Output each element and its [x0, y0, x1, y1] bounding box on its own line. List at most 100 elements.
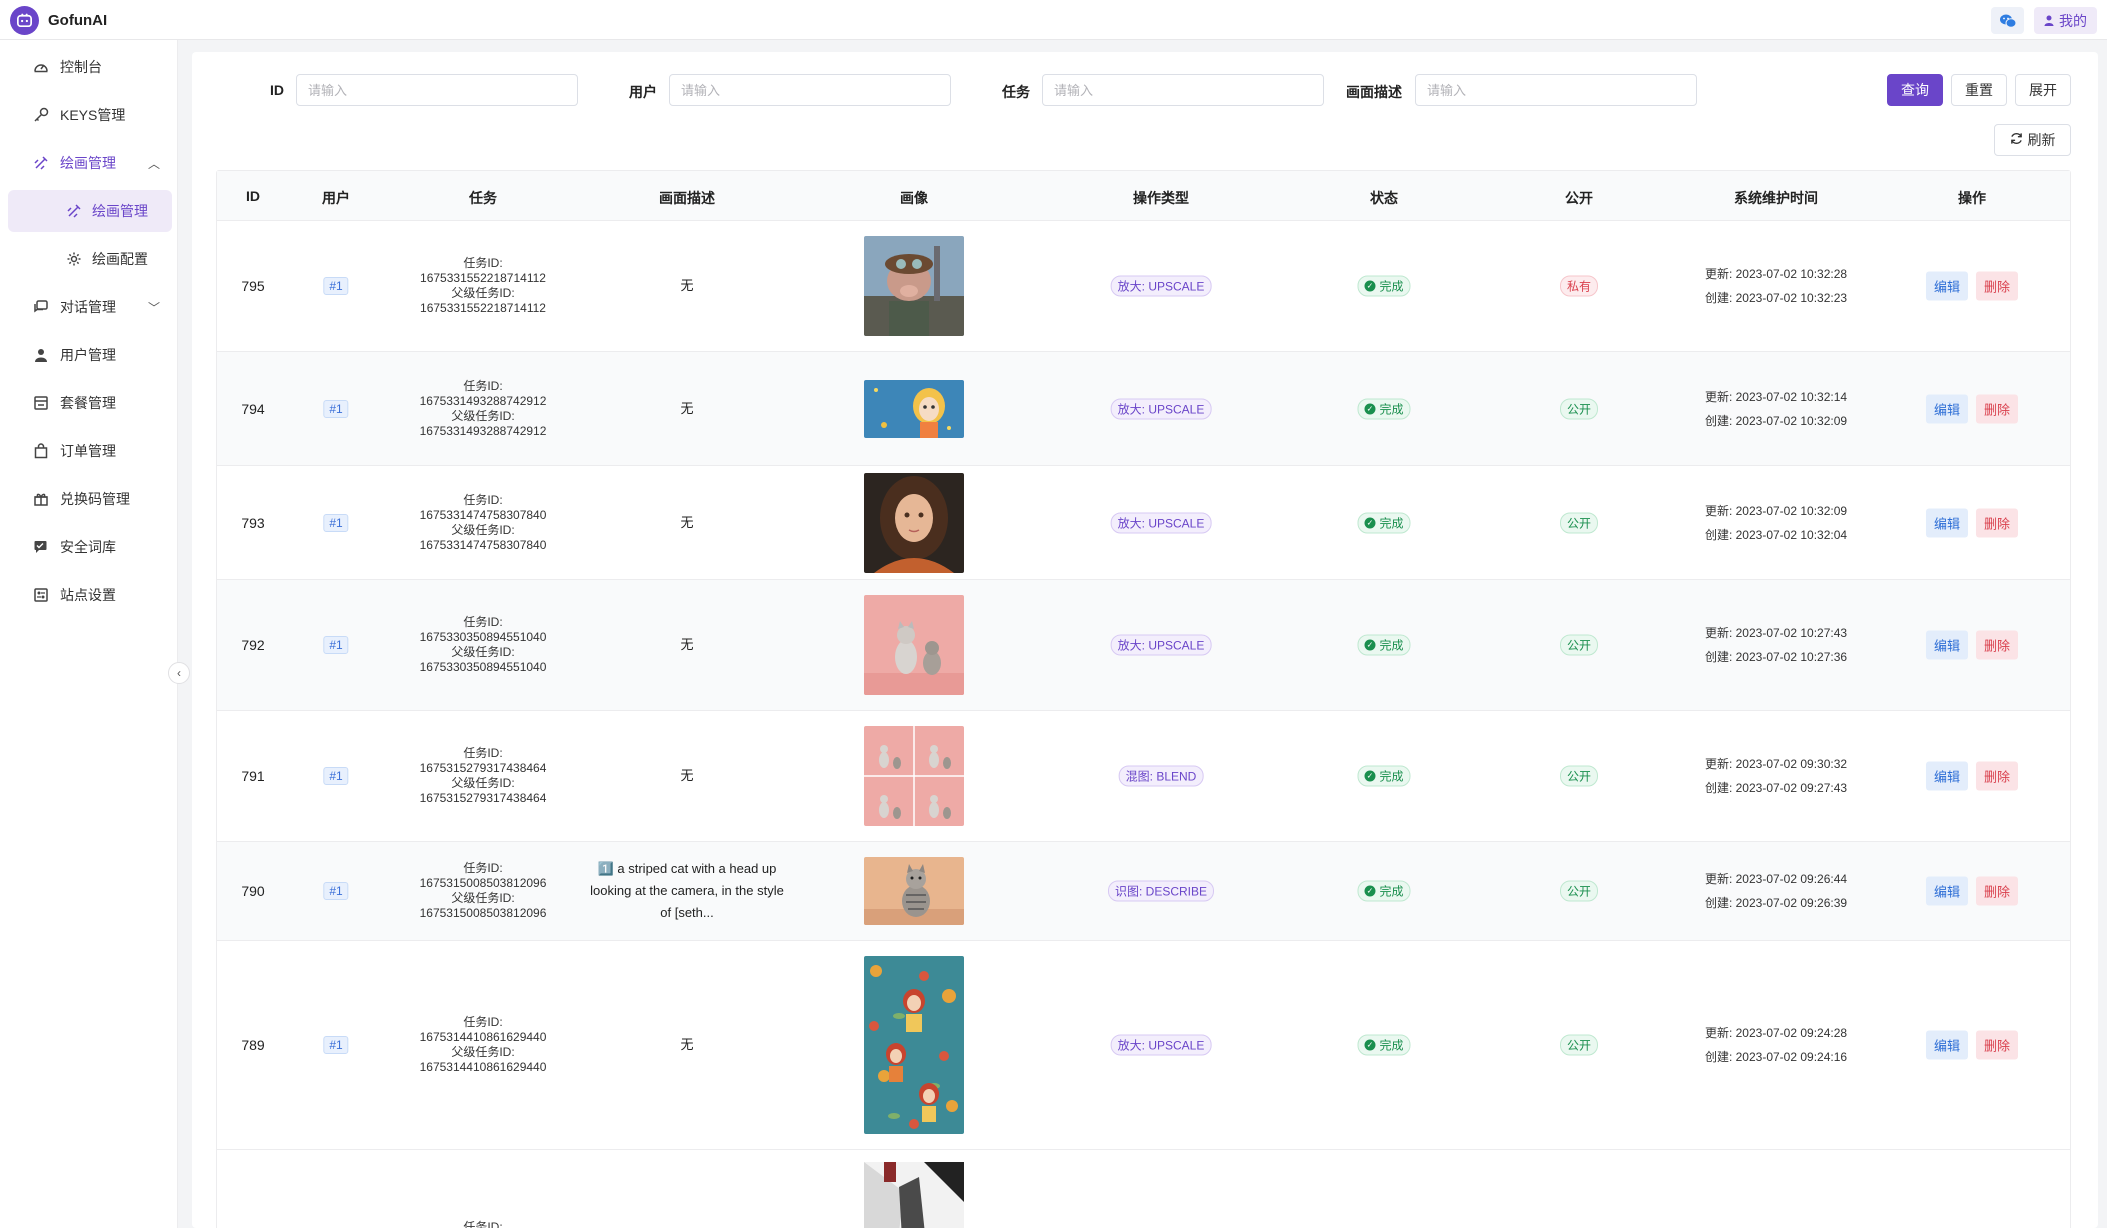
- filter-id-input[interactable]: [296, 74, 578, 106]
- filter-task-input[interactable]: [1042, 74, 1324, 106]
- generated-image[interactable]: [864, 1162, 964, 1228]
- wechat-icon[interactable]: [1991, 7, 2024, 34]
- parent-task-id-value: 1675315279317438464: [419, 791, 547, 805]
- created-label: 创建:: [1704, 896, 1733, 910]
- query-button[interactable]: 查询: [1887, 74, 1943, 106]
- settings-panel-icon: [33, 587, 49, 603]
- row-actions: 编辑 删除: [1925, 876, 2019, 906]
- row-id: 795: [241, 278, 265, 294]
- edit-button[interactable]: 编辑: [1925, 394, 1968, 423]
- row-actions: 编辑 删除: [1925, 508, 2019, 537]
- updated-label: 更新:: [1704, 757, 1733, 771]
- delete-button[interactable]: 删除: [1976, 761, 2019, 791]
- status-badge: ✓ 完成: [1357, 765, 1411, 787]
- sidebar-item-security-words[interactable]: 安全词库: [8, 526, 172, 568]
- delete-button[interactable]: 删除: [1976, 394, 2019, 423]
- visibility-badge: 公开: [1559, 765, 1599, 787]
- updated-label: 更新:: [1704, 626, 1733, 640]
- sidebar-item-drawing-manage[interactable]: 绘画管理: [8, 190, 172, 232]
- task-id-value: 1675315279317438464: [419, 761, 547, 775]
- user-tag: #1: [323, 636, 349, 654]
- check-circle-icon: ✓: [1364, 403, 1376, 414]
- app-logo-icon[interactable]: [10, 6, 39, 35]
- updated-time: 2023-07-02 09:30:32: [1735, 757, 1848, 771]
- generated-image[interactable]: [864, 379, 964, 438]
- generated-image[interactable]: [864, 726, 964, 826]
- user-tag: #1: [323, 767, 349, 785]
- status-badge: ✓ 完成: [1357, 275, 1411, 297]
- task-id-value: 1675331474758307840: [419, 507, 547, 522]
- row-actions: 编辑 删除: [1925, 394, 2019, 423]
- status-label: 完成: [1379, 516, 1404, 530]
- generated-image[interactable]: [864, 857, 964, 925]
- expand-button[interactable]: 展开: [2015, 74, 2071, 106]
- sidebar-item-orders[interactable]: 订单管理: [8, 430, 172, 472]
- status-badge: ✓ 完成: [1357, 880, 1411, 902]
- parent-task-id-label: 父级任务ID:: [451, 645, 515, 659]
- updated-label: 更新:: [1704, 503, 1733, 518]
- user-menu-button[interactable]: 我的: [2034, 7, 2097, 34]
- sidebar-item-drawing-group[interactable]: 绘画管理 ︿: [8, 142, 172, 184]
- updated-time: 2023-07-02 09:26:44: [1735, 872, 1848, 886]
- updated-time: 2023-07-02 10:32:28: [1735, 267, 1848, 281]
- maintenance-times: 更新: 2023-07-02 10:32:14 创建: 2023-07-02 1…: [1705, 385, 1847, 433]
- sidebar-item-packages[interactable]: 套餐管理: [8, 382, 172, 424]
- column-header: 画像: [900, 190, 928, 206]
- sidebar-item-dashboard[interactable]: 控制台: [8, 46, 172, 88]
- refresh-button[interactable]: 刷新: [1994, 124, 2071, 156]
- edit-button[interactable]: 编辑: [1925, 630, 1968, 660]
- gear-icon: [66, 251, 82, 267]
- reset-button[interactable]: 重置: [1951, 74, 2007, 106]
- updated-label: 更新:: [1704, 389, 1733, 404]
- column-header: 用户: [322, 190, 350, 206]
- edit-button[interactable]: 编辑: [1925, 271, 1968, 301]
- sidebar-item-redeem-codes[interactable]: 兑换码管理: [8, 478, 172, 520]
- edit-button[interactable]: 编辑: [1925, 876, 1968, 906]
- sidebar-item-users[interactable]: 用户管理: [8, 334, 172, 376]
- row-id: 794: [241, 400, 265, 417]
- generated-image[interactable]: [864, 595, 964, 695]
- generated-image[interactable]: [864, 236, 964, 336]
- maintenance-times: 更新: 2023-07-02 10:32:09 创建: 2023-07-02 1…: [1705, 499, 1847, 547]
- edit-button[interactable]: 编辑: [1925, 761, 1968, 791]
- filter-desc-input[interactable]: [1415, 74, 1697, 106]
- status-label: 完成: [1379, 279, 1404, 294]
- edit-button[interactable]: 编辑: [1925, 508, 1968, 537]
- sidebar-item-label: KEYS管理: [60, 107, 126, 123]
- sidebar-collapse-button[interactable]: ‹: [168, 662, 190, 684]
- paint-icon: [66, 203, 82, 219]
- delete-button[interactable]: 删除: [1976, 1030, 2019, 1060]
- delete-button[interactable]: 删除: [1976, 271, 2019, 301]
- shield-chat-icon: [33, 539, 49, 555]
- package-icon: [33, 395, 49, 411]
- table-row: 793 #1 任务ID: 1675331474758307840 父级任务ID:…: [217, 466, 2070, 580]
- delete-button[interactable]: 删除: [1976, 508, 2019, 537]
- user-menu-label: 我的: [2059, 12, 2087, 29]
- sidebar-item-drawing-config[interactable]: 绘画配置: [8, 238, 172, 280]
- app-name: GofunAI: [48, 12, 108, 29]
- description: 无: [680, 400, 694, 416]
- sidebar-item-chat[interactable]: 对话管理 ﹀: [8, 286, 172, 328]
- refresh-icon: [2010, 132, 2023, 148]
- table-body: 795 #1 任务ID: 1675331552218714112 父级任务ID:…: [217, 221, 2070, 1228]
- column-header: 系统维护时间: [1734, 190, 1818, 206]
- sidebar-item-site-settings[interactable]: 站点设置: [8, 574, 172, 616]
- user-icon: [2044, 13, 2054, 29]
- delete-button[interactable]: 删除: [1976, 630, 2019, 660]
- sidebar-item-keys[interactable]: KEYS管理: [8, 94, 172, 136]
- row-id: 789: [241, 1037, 265, 1053]
- task-id-label: 任务ID:: [463, 1220, 503, 1228]
- user-tag: #1: [323, 882, 349, 900]
- edit-button[interactable]: 编辑: [1925, 1030, 1968, 1060]
- visibility-badge: 私有: [1559, 275, 1599, 297]
- filter-user-input[interactable]: [669, 74, 951, 106]
- generated-image[interactable]: [864, 956, 964, 1134]
- parent-task-id-value: 1675314410861629440: [419, 1060, 547, 1074]
- description: 无: [680, 1037, 694, 1052]
- parent-task-id-label: 父级任务ID:: [451, 776, 515, 790]
- generated-image[interactable]: [864, 472, 964, 573]
- delete-button[interactable]: 删除: [1976, 876, 2019, 906]
- task-id-label: 任务ID:: [463, 1015, 503, 1029]
- parent-task-id-label: 父级任务ID:: [451, 891, 515, 905]
- check-circle-icon: ✓: [1364, 885, 1376, 897]
